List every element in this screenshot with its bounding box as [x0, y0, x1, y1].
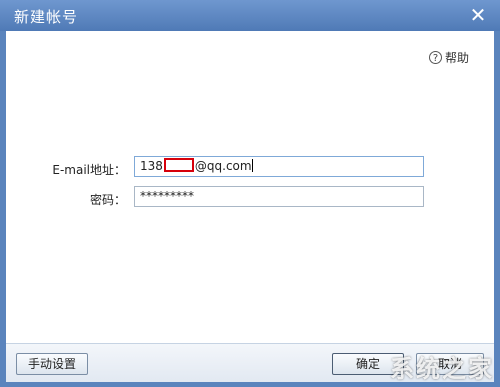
password-field[interactable]: ********* — [134, 186, 424, 207]
email-prefix: 138 — [140, 159, 163, 173]
help-label: 帮助 — [444, 51, 469, 65]
email-suffix: @qq.com — [194, 159, 252, 173]
help-link[interactable]: ? 帮助 — [428, 49, 469, 66]
help-icon: ? — [428, 51, 442, 64]
close-icon[interactable]: ✕ — [468, 4, 488, 26]
password-value: ********* — [140, 189, 194, 203]
password-label: 密码： — [89, 193, 126, 207]
redaction-box — [163, 158, 194, 172]
manual-settings-button[interactable]: 手动设置 — [16, 353, 88, 375]
watermark-logo: 系统之家 — [390, 355, 494, 383]
title-bar[interactable]: 新建帐号 ✕ — [0, 0, 500, 31]
dialog-body: ? 帮助 E-mail地址： 138 @qq.com 密码： ********* … — [6, 31, 494, 382]
email-field[interactable]: 138 @qq.com — [134, 156, 424, 177]
dialog-title: 新建帐号 — [14, 8, 79, 26]
dialog-window: 新建帐号 ✕ ? 帮助 E-mail地址： 138 @qq.com 密码： ***… — [0, 0, 500, 387]
text-cursor — [251, 159, 253, 172]
email-label: E-mail地址： — [52, 163, 126, 177]
